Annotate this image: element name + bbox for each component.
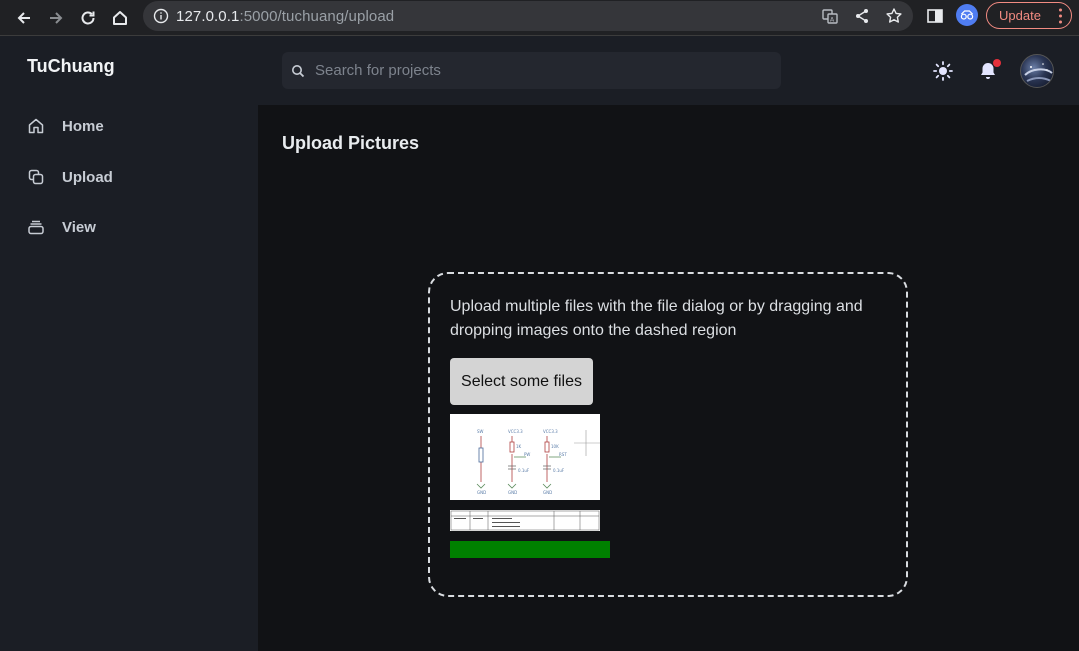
- svg-text:SW: SW: [477, 429, 484, 434]
- sun-icon[interactable]: [932, 60, 954, 82]
- svg-text:1K: 1K: [516, 444, 522, 449]
- sidebar-item-label: View: [62, 218, 96, 236]
- svg-text:PW: PW: [524, 452, 530, 457]
- svg-text:RST: RST: [559, 452, 567, 457]
- select-files-button[interactable]: Select some files: [450, 358, 593, 405]
- notifications-button[interactable]: [977, 59, 1001, 82]
- page-title: Upload Pictures: [282, 133, 420, 153]
- upload-progress-bar: [450, 541, 610, 558]
- sidebar-item-upload[interactable]: Upload: [27, 165, 113, 189]
- home-outline-icon: [113, 11, 127, 25]
- translate-icon[interactable]: A: [821, 7, 839, 25]
- svg-text:10K: 10K: [551, 444, 559, 449]
- sidebar-item-label: Home: [62, 117, 104, 135]
- reload-button[interactable]: [75, 5, 101, 31]
- info-icon[interactable]: [153, 8, 169, 24]
- avatar[interactable]: [1020, 54, 1054, 88]
- home-page-button[interactable]: [107, 5, 133, 31]
- arrow-right-icon: [50, 12, 63, 24]
- svg-text:0.1uF: 0.1uF: [553, 468, 565, 473]
- copy-icon: [28, 169, 44, 185]
- forward-button[interactable]: [43, 5, 69, 31]
- dropzone-instructions: Upload multiple files with the file dial…: [450, 298, 863, 339]
- svg-text:VCC3.3: VCC3.3: [508, 429, 523, 434]
- search-box[interactable]: [282, 52, 781, 89]
- svg-text:GND: GND: [543, 490, 552, 495]
- home-icon: [28, 118, 44, 134]
- address-bar[interactable]: 127.0.0.1:5000/tuchuang/upload A: [143, 1, 913, 31]
- sidebar-item-label: Upload: [62, 168, 113, 186]
- notification-badge: [993, 59, 1001, 67]
- arrow-left-icon: [17, 12, 30, 24]
- svg-text:VCC3.3: VCC3.3: [543, 429, 558, 434]
- back-button[interactable]: [11, 5, 37, 31]
- table-image: [450, 510, 600, 531]
- url-text: 127.0.0.1:5000/tuchuang/upload: [176, 8, 395, 25]
- uploaded-image-preview: [450, 510, 600, 531]
- search-input[interactable]: [315, 62, 755, 79]
- search-icon: [292, 64, 305, 77]
- more-vertical-icon: [1059, 8, 1062, 24]
- svg-text:0.1uF: 0.1uF: [518, 468, 530, 473]
- main-content: Upload Pictures Upload multiple files wi…: [258, 105, 1079, 651]
- browser-toolbar: 127.0.0.1:5000/tuchuang/upload A Update: [0, 0, 1079, 36]
- star-icon[interactable]: [885, 7, 903, 25]
- brand-logo[interactable]: TuChuang: [27, 56, 115, 77]
- update-button[interactable]: Update: [986, 2, 1072, 29]
- profile-icon[interactable]: [956, 4, 978, 26]
- top-bar: [258, 36, 1079, 105]
- sidebar: TuChuang Home Upload View: [0, 36, 258, 651]
- side-panel-icon[interactable]: [925, 6, 945, 26]
- schematic-image: SW VCC3.3 VCC3.3 PW RST GND GND GND 1K 10K 0.1…: [476, 429, 600, 495]
- uploaded-image-preview: SW VCC3.3 VCC3.3 PW RST GND GND GND 1K 10K 0.1…: [450, 414, 600, 500]
- svg-text:GND: GND: [508, 490, 517, 495]
- share-icon[interactable]: [853, 7, 871, 25]
- sidebar-item-home[interactable]: Home: [27, 114, 104, 138]
- upload-dropzone[interactable]: Upload multiple files with the file dial…: [428, 272, 908, 597]
- sidebar-item-view[interactable]: View: [27, 215, 96, 239]
- stack-icon: [28, 220, 44, 235]
- reload-icon: [81, 11, 95, 25]
- svg-text:GND: GND: [477, 490, 486, 495]
- update-label: Update: [999, 8, 1041, 23]
